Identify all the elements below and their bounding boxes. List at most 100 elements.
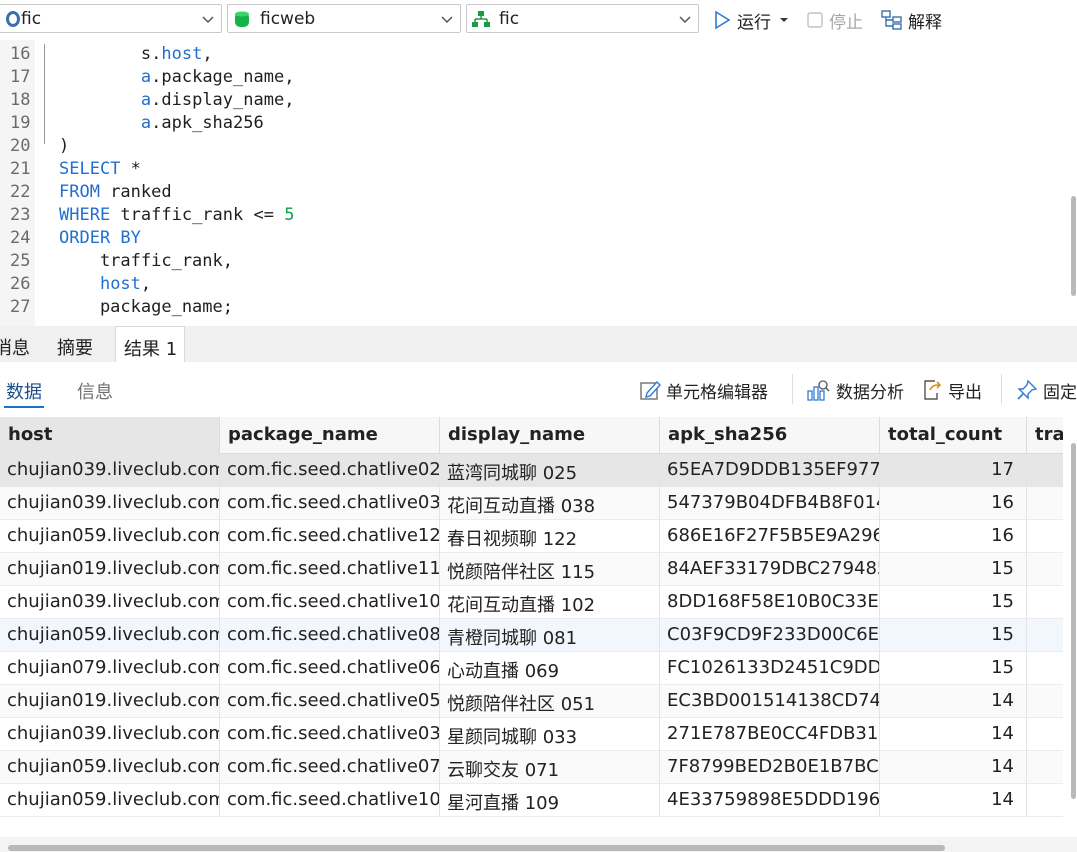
code-line[interactable]: 20) [0,136,1063,159]
sql-editor[interactable]: 16 s.host, 17 a.package_name, 18 a.display… [0,40,1063,326]
column-header-apk-sha256[interactable]: apk_sha256 [660,417,880,454]
cell-host[interactable]: chujian019.liveclub.com [0,553,220,586]
code-line[interactable]: 25 traffic_rank, [0,251,1063,274]
cell-traffic-rank[interactable] [1027,487,1063,520]
code-line[interactable]: 21 SELECT * [0,159,1063,182]
cell-display-name[interactable]: 心动直播 069 [440,652,660,685]
code-line[interactable]: 23 WHERE traffic_rank <= 5 [0,205,1063,228]
cell-apk-sha256[interactable]: 547379B04DFB4B8F014 [660,487,880,520]
data-analysis-button[interactable]: 数据分析 [807,376,904,404]
connection-select[interactable]: fic [0,4,222,33]
cell-package-name[interactable]: com.fic.seed.chatlive122 [220,520,440,553]
code-line[interactable]: 17 a.package_name, [0,67,1063,90]
cell-package-name[interactable]: com.fic.seed.chatlive115 [220,553,440,586]
cell-editor-button[interactable]: 单元格编辑器 [639,376,768,404]
cell-host[interactable]: chujian059.liveclub.com [0,751,220,784]
cell-traffic-rank[interactable] [1027,553,1063,586]
code-line[interactable]: 19 a.apk_sha256 [0,113,1063,136]
cell-host[interactable]: chujian059.liveclub.com [0,619,220,652]
export-button[interactable]: 导出 [921,376,982,404]
cell-traffic-rank[interactable] [1027,751,1063,784]
cell-host[interactable]: chujian039.liveclub.com [0,586,220,619]
table-row[interactable]: chujian059.liveclub.com com.fic.seed.chat… [0,520,1063,553]
cell-host[interactable]: chujian059.liveclub.com [0,784,220,817]
table-row[interactable]: chujian039.liveclub.com com.fic.seed.chat… [0,718,1063,751]
cell-total-count[interactable]: 14 [880,751,1027,784]
cell-display-name[interactable]: 蓝湾同城聊 025 [440,454,660,487]
schema-select[interactable]: fic [466,4,699,33]
table-row[interactable]: chujian039.liveclub.com com.fic.seed.chat… [0,586,1063,619]
cell-traffic-rank[interactable] [1027,454,1063,487]
cell-apk-sha256[interactable]: 4E33759898E5DDD196 [660,784,880,817]
cell-display-name[interactable]: 悦颜陪伴社区 051 [440,685,660,718]
cell-host[interactable]: chujian019.liveclub.com [0,685,220,718]
cell-package-name[interactable]: com.fic.seed.chatlive071 [220,751,440,784]
cell-display-name[interactable]: 花间互动直播 038 [440,487,660,520]
cell-host[interactable]: chujian039.liveclub.com [0,718,220,751]
cell-package-name[interactable]: com.fic.seed.chatlive038 [220,487,440,520]
cell-package-name[interactable]: com.fic.seed.chatlive033 [220,718,440,751]
tab-summary[interactable]: 摘要 [57,326,113,362]
table-row[interactable]: chujian019.liveclub.com com.fic.seed.chat… [0,685,1063,718]
cell-total-count[interactable]: 14 [880,718,1027,751]
cell-total-count[interactable]: 15 [880,553,1027,586]
cell-apk-sha256[interactable]: 686E16F27F5B5E9A296 [660,520,880,553]
editor-scrollbar[interactable] [1071,196,1076,296]
cell-package-name[interactable]: com.fic.seed.chatlive051 [220,685,440,718]
pin-button[interactable]: 固定 [1016,376,1077,404]
cell-host[interactable]: chujian079.liveclub.com [0,652,220,685]
code-line[interactable]: 18 a.display_name, [0,90,1063,113]
result-grid[interactable]: host package_name display_name apk_sha25… [0,417,1063,837]
column-header-total-count[interactable]: total_count [880,417,1027,454]
column-header-display-name[interactable]: display_name [440,417,660,454]
cell-package-name[interactable]: com.fic.seed.chatlive102 [220,586,440,619]
cell-display-name[interactable]: 云聊交友 071 [440,751,660,784]
cell-total-count[interactable]: 15 [880,619,1027,652]
cell-traffic-rank[interactable] [1027,784,1063,817]
table-row[interactable]: chujian079.liveclub.com com.fic.seed.chat… [0,652,1063,685]
table-row[interactable]: chujian039.liveclub.com com.fic.seed.chat… [0,487,1063,520]
tab-result-1[interactable]: 结果 1 [115,326,185,362]
column-header-traffic-rank[interactable]: tra [1027,417,1063,454]
explain-button[interactable]: 解释 [881,6,942,34]
cell-traffic-rank[interactable] [1027,652,1063,685]
table-row[interactable]: chujian039.liveclub.com com.fic.seed.chat… [0,454,1063,487]
cell-traffic-rank[interactable] [1027,520,1063,553]
cell-display-name[interactable]: 青橙同城聊 081 [440,619,660,652]
table-row[interactable]: chujian019.liveclub.com com.fic.seed.chat… [0,553,1063,586]
cell-apk-sha256[interactable]: 7F8799BED2B0E1B7BCA [660,751,880,784]
cell-traffic-rank[interactable] [1027,619,1063,652]
cell-host[interactable]: chujian059.liveclub.com [0,520,220,553]
cell-package-name[interactable]: com.fic.seed.chatlive069 [220,652,440,685]
cell-apk-sha256[interactable]: FC1026133D2451C9DD [660,652,880,685]
run-button[interactable]: 运行 [712,6,796,34]
code-line[interactable]: 24 ORDER BY [0,228,1063,251]
cell-package-name[interactable]: com.fic.seed.chatlive081 [220,619,440,652]
cell-apk-sha256[interactable]: 65EA7D9DDB135EF977 [660,454,880,487]
cell-host[interactable]: chujian039.liveclub.com [0,487,220,520]
cell-apk-sha256[interactable]: EC3BD001514138CD74 [660,685,880,718]
table-row[interactable]: chujian059.liveclub.com com.fic.seed.chat… [0,751,1063,784]
database-select[interactable]: ficweb [227,4,461,33]
cell-traffic-rank[interactable] [1027,718,1063,751]
code-line[interactable]: 27 package_name; [0,297,1063,320]
cell-display-name[interactable]: 星河直播 109 [440,784,660,817]
cell-apk-sha256[interactable]: C03F9CD9F233D00C6E [660,619,880,652]
cell-total-count[interactable]: 14 [880,784,1027,817]
cell-apk-sha256[interactable]: 8DD168F58E10B0C33E2 [660,586,880,619]
tab-data[interactable]: 数据 [6,378,42,404]
cell-traffic-rank[interactable] [1027,685,1063,718]
cell-total-count[interactable]: 15 [880,586,1027,619]
cell-package-name[interactable]: com.fic.seed.chatlive109 [220,784,440,817]
code-line[interactable]: 22 FROM ranked [0,182,1063,205]
tab-info[interactable]: 信息 [77,378,113,404]
cell-display-name[interactable]: 悦颜陪伴社区 115 [440,553,660,586]
cell-apk-sha256[interactable]: 84AEF33179DBC279485 [660,553,880,586]
stop-button[interactable]: 停止 [806,6,863,34]
cell-display-name[interactable]: 花间互动直播 102 [440,586,660,619]
cell-package-name[interactable]: com.fic.seed.chatlive025 [220,454,440,487]
cell-total-count[interactable]: 15 [880,652,1027,685]
code-line[interactable]: 26 host, [0,274,1063,297]
table-row[interactable]: chujian059.liveclub.com com.fic.seed.chat… [0,619,1063,652]
grid-vertical-scrollbar[interactable] [1071,443,1076,799]
